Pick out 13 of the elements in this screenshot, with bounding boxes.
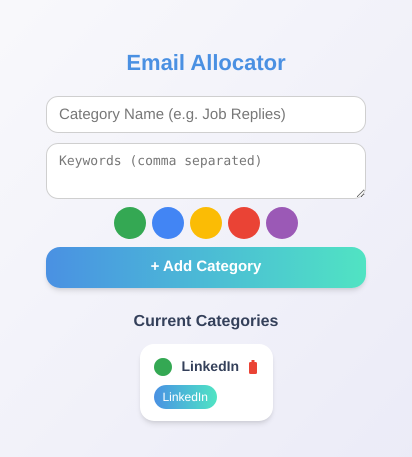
color-swatch[interactable] — [152, 207, 184, 239]
keyword-tag: LinkedIn — [154, 385, 217, 409]
section-title: Current Categories — [134, 312, 278, 332]
color-swatch[interactable] — [114, 207, 146, 239]
add-category-button[interactable]: + Add Category — [46, 247, 366, 288]
color-swatch[interactable] — [266, 207, 298, 239]
color-swatch[interactable] — [190, 207, 222, 239]
keywords-field[interactable]: Keywords (comma separated) — [46, 143, 366, 199]
category-name: LinkedIn — [182, 357, 240, 376]
color-swatch[interactable] — [228, 207, 260, 239]
trash-icon[interactable] — [249, 360, 258, 374]
category-name-field[interactable]: Category Name (e.g. Job Replies) — [46, 96, 366, 133]
app-title: Email Allocator — [126, 50, 286, 76]
